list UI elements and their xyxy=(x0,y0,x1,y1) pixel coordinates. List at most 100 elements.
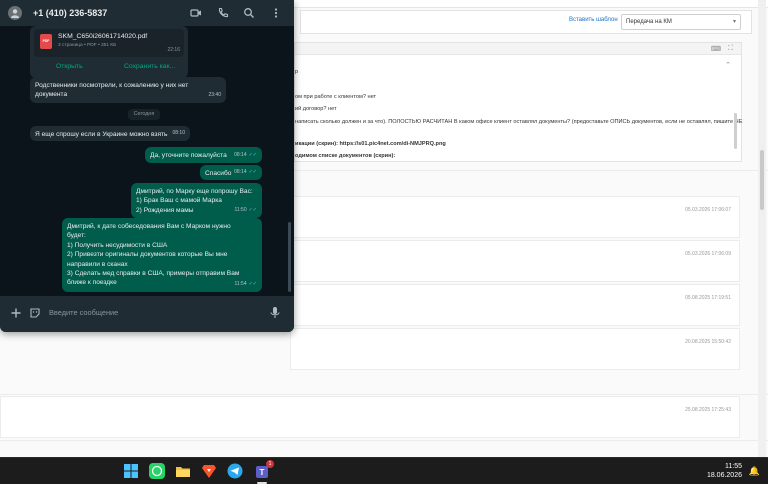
message-incoming[interactable]: Родственники посмотрели, к сожалению у н… xyxy=(30,77,226,103)
message-outgoing[interactable]: Да, уточните пожалуйста 08:14 ✓✓ xyxy=(145,147,262,163)
chevron-down-icon: ▾ xyxy=(732,19,736,25)
clock-time: 11:55 xyxy=(725,463,742,470)
notification-badge: 1 xyxy=(266,460,274,468)
history-row: 25.08.2025 17:25:43 xyxy=(0,396,740,438)
message-time: 23:40 xyxy=(208,91,221,98)
time-value: 08:14 xyxy=(234,151,247,158)
message-text: Дмитрий, к дате собеседования Вам с Марк… xyxy=(67,223,231,230)
crm-line: одимом списке документов (скрин): xyxy=(295,153,396,159)
insert-template-link[interactable]: Вставить шаблон xyxy=(569,17,618,23)
message-text: Я еще спрошу если в Украине можно взять xyxy=(35,131,168,138)
date-separator: Сегодня xyxy=(128,109,160,120)
crm-line: р xyxy=(295,69,299,75)
avatar[interactable] xyxy=(8,6,22,20)
taskbar: T 1 11:55 18.06.2026 🔔 xyxy=(0,457,768,484)
notification-bell-icon[interactable]: 🔔 xyxy=(749,466,760,477)
whatsapp-window: +1 (410) 236-5837 PDF SKM_C650i260617140… xyxy=(0,0,294,332)
microphone-icon[interactable] xyxy=(269,306,281,320)
timestamp: 05.03.2026 17:06:07 xyxy=(685,207,731,213)
crm-line: икации (скрин): https://s01.pic4net.com/… xyxy=(295,141,446,147)
message-text: Дмитрий, по Марку еще попрошу Вас: xyxy=(136,188,253,195)
message-text: 1) Получить несудимости в США xyxy=(67,241,168,249)
save-as-button[interactable]: Сохранить как... xyxy=(124,63,175,70)
sticker-icon[interactable] xyxy=(29,307,41,319)
message-text: 2) Привезти оригиналы документов которые… xyxy=(67,251,228,259)
whatsapp-icon[interactable] xyxy=(148,462,166,480)
message-time: 08:10 xyxy=(172,129,185,136)
person-icon xyxy=(11,9,19,18)
message-input[interactable]: Введите сообщение xyxy=(49,308,118,317)
message-incoming[interactable]: Я еще спрошу если в Украине можно взять … xyxy=(30,126,190,141)
chat-scrollbar[interactable] xyxy=(288,222,291,292)
message-time: 22:16 xyxy=(167,47,180,53)
timestamp: 05.08.2025 17:19:51 xyxy=(685,295,731,301)
message-outgoing[interactable]: Спасибо 08:14 ✓✓ xyxy=(200,165,262,180)
plus-icon[interactable] xyxy=(10,307,22,319)
keyboard-icon[interactable]: ⌨ xyxy=(711,45,721,53)
chat-header: +1 (410) 236-5837 xyxy=(0,0,294,26)
read-receipt-icon: ✓✓ xyxy=(248,168,257,175)
time-value: 11:50 xyxy=(234,206,247,213)
telegram-icon[interactable] xyxy=(226,462,244,480)
status-select[interactable]: Передача на КМ ▾ xyxy=(621,14,741,30)
file-explorer-icon[interactable] xyxy=(174,462,192,480)
message-outgoing[interactable]: Дмитрий, по Марку еще попрошу Вас: 1) Бр… xyxy=(131,183,262,218)
crm-toolbar: Вставить шаблон Передача на КМ ▾ xyxy=(300,10,752,34)
document-preview[interactable]: PDF SKM_C650i26061714020.pdf 3 страница … xyxy=(34,29,184,57)
time-value: 08:14 xyxy=(234,168,247,175)
chat-body: PDF SKM_C650i26061714020.pdf 3 страница … xyxy=(0,26,294,296)
timestamp: 25.08.2025 17:25:43 xyxy=(685,407,731,413)
clock[interactable]: 11:55 18.06.2026 xyxy=(707,462,742,480)
message-time: 08:14 ✓✓ xyxy=(234,151,257,160)
composer: Введите сообщение xyxy=(0,296,294,332)
page-scrollbar[interactable] xyxy=(758,0,766,457)
crm-line: написать сколько должен и за что). ПОЛОС… xyxy=(295,119,743,125)
timestamp: 05.03.2026 17:06:09 xyxy=(685,251,731,257)
scrollbar-thumb[interactable] xyxy=(760,150,764,210)
message-text: Родственники посмотрели, к сожалению у н… xyxy=(35,82,189,89)
crm-line: ом при работе с клиентом? нет xyxy=(295,94,377,100)
crm-card-header: ⌨ ⛶ xyxy=(295,43,741,55)
time-value: 11:54 xyxy=(234,280,247,287)
message-text: ближе к поездке xyxy=(67,279,117,287)
message-text: 3) Сделать мед справки в США, примеры от… xyxy=(67,270,240,278)
message-time: 11:54 ✓✓ xyxy=(234,280,257,289)
contact-name[interactable]: +1 (410) 236-5837 xyxy=(33,8,107,18)
clock-date: 18.06.2026 xyxy=(706,472,742,479)
message-text: будет: xyxy=(67,232,86,240)
read-receipt-icon: ✓✓ xyxy=(248,151,257,158)
phone-icon[interactable] xyxy=(217,7,229,19)
scrollbar[interactable] xyxy=(734,113,737,149)
document-meta: 3 страница • PDF • 351 КБ xyxy=(58,43,117,48)
divider xyxy=(0,394,768,395)
more-vert-icon[interactable] xyxy=(270,7,282,19)
brave-browser-icon[interactable] xyxy=(200,462,218,480)
open-document-button[interactable]: Открыть xyxy=(56,63,83,70)
fullscreen-icon[interactable]: ⛶ xyxy=(728,45,733,53)
pdf-icon: PDF xyxy=(40,34,52,49)
message-text: 1) Брак Ваш с мамой Марка xyxy=(136,197,222,205)
read-receipt-icon: ✓✓ xyxy=(248,206,257,213)
message-text: документа xyxy=(35,91,68,99)
crm-notes-card: ⌨ ⛶ ⌃ р ом при работе с клиентом? нет ий… xyxy=(294,42,742,162)
crm-line: ий договор? нет xyxy=(295,106,337,112)
search-icon[interactable] xyxy=(243,7,255,19)
message-time: 08:14 ✓✓ xyxy=(234,168,257,177)
message-outgoing[interactable]: Дмитрий, к дате собеседования Вам с Марк… xyxy=(62,218,262,292)
status-select-value: Передача на КМ xyxy=(626,19,672,25)
windows-start-icon[interactable] xyxy=(122,462,140,480)
history-row: 05.03.2026 17:06:07 xyxy=(290,196,740,238)
history-row: 20.08.2025 15:50:42 xyxy=(290,328,740,370)
svg-text:T: T xyxy=(260,468,265,477)
divider xyxy=(0,440,768,441)
document-message: PDF SKM_C650i26061714020.pdf 3 страница … xyxy=(30,26,188,78)
read-receipt-icon: ✓✓ xyxy=(248,280,257,287)
document-filename: SKM_C650i26061714020.pdf xyxy=(58,33,148,40)
video-call-icon[interactable] xyxy=(190,7,202,19)
timestamp: 20.08.2025 15:50:42 xyxy=(685,339,731,345)
chevron-up-icon[interactable]: ⌃ xyxy=(725,61,731,69)
history-row: 05.08.2025 17:19:51 xyxy=(290,284,740,326)
message-time: 11:50 ✓✓ xyxy=(234,206,257,215)
history-row: 05.03.2026 17:06:09 xyxy=(290,240,740,282)
message-text: направили в сканах xyxy=(67,260,128,268)
